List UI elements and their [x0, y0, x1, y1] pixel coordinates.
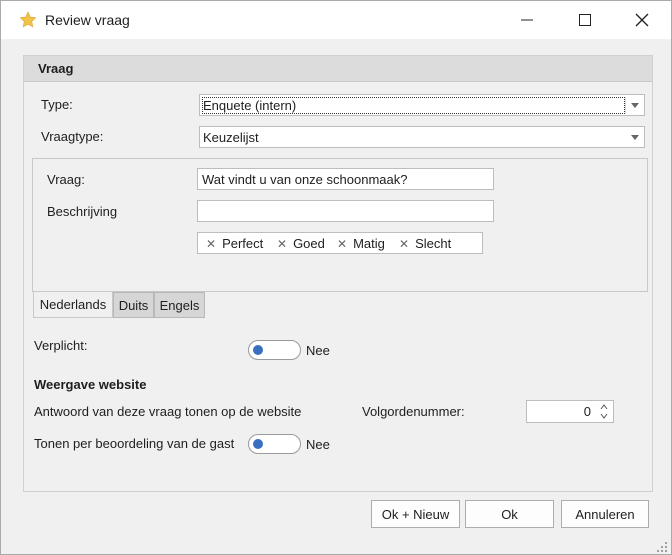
panel-title: Vraag [38, 61, 74, 76]
x-icon[interactable]: ✕ [206, 237, 216, 251]
vraag-value: Wat vindt u van onze schoonmaak? [202, 172, 408, 187]
chevron-down-icon[interactable] [626, 95, 644, 115]
order-value: 0 [583, 404, 591, 419]
ok-new-button[interactable]: Ok + Nieuw [371, 500, 460, 528]
title-bar[interactable]: Review vraag [1, 1, 671, 39]
chevron-down-icon[interactable] [626, 127, 644, 147]
vraag-input[interactable]: Wat vindt u van onze schoonmaak? [197, 168, 494, 190]
toggle-knob [253, 439, 263, 449]
answer-options-field[interactable]: ✕ Perfect ✕ Goed ✕ Matig ✕ Slecht [197, 232, 483, 254]
option-label: Perfect [222, 236, 264, 251]
spinner-arrows-icon[interactable] [597, 402, 611, 421]
resize-grip-icon[interactable] [657, 540, 667, 552]
website-section-title: Weergave website [34, 377, 147, 392]
vraag-label: Vraag: [47, 172, 85, 187]
beschrijving-label: Beschrijving [47, 204, 118, 219]
ok-button[interactable]: Ok [465, 500, 554, 528]
tab-label: Engels [159, 297, 200, 313]
toggle-knob [253, 345, 263, 355]
vraagtype-label: Vraagtype: [41, 129, 104, 144]
vraagtype-value: Keuzelijst [203, 130, 259, 145]
order-label: Volgordenummer: [362, 404, 465, 419]
verplicht-value: Nee [306, 343, 330, 358]
option-label: Slecht [415, 236, 452, 251]
minimize-icon [521, 14, 533, 26]
option-label: Goed [293, 236, 325, 251]
per-beoordeling-toggle[interactable] [248, 434, 301, 454]
option-tag[interactable]: ✕ Slecht [399, 236, 451, 251]
dialog-window: Review vraag Vraag Type: Enquete (intern… [0, 0, 672, 555]
cancel-button[interactable]: Annuleren [561, 500, 649, 528]
tab-label: Duits [118, 297, 149, 313]
x-icon[interactable]: ✕ [337, 237, 347, 251]
close-button[interactable] [613, 1, 671, 39]
maximize-button[interactable] [556, 1, 614, 39]
option-tag[interactable]: ✕ Matig [337, 236, 385, 251]
close-icon [635, 13, 649, 27]
tab-duits[interactable]: Duits [113, 292, 154, 318]
type-value: Enquete (intern) [202, 97, 625, 114]
type-label: Type: [41, 97, 73, 112]
verplicht-label: Verplicht: [34, 338, 88, 353]
verplicht-toggle[interactable] [248, 340, 301, 360]
vraagtype-select[interactable]: Keuzelijst [199, 126, 645, 148]
option-tag[interactable]: ✕ Goed [277, 236, 325, 251]
minimize-button[interactable] [498, 1, 556, 39]
type-select[interactable]: Enquete (intern) [199, 94, 645, 116]
maximize-icon [579, 14, 591, 26]
x-icon[interactable]: ✕ [277, 237, 287, 251]
window-title: Review vraag [45, 12, 130, 28]
tab-label: Nederlands [39, 297, 107, 312]
option-label: Matig [353, 236, 385, 251]
tab-engels[interactable]: Engels [154, 292, 205, 318]
star-icon [19, 11, 37, 29]
per-beoordeling-label: Tonen per beoordeling van de gast [34, 436, 235, 451]
beschrijving-input[interactable] [197, 200, 494, 222]
tab-nederlands[interactable]: Nederlands [33, 292, 113, 318]
question-group: Vraag: Wat vindt u van onze schoonmaak? … [32, 158, 648, 292]
x-icon[interactable]: ✕ [399, 237, 409, 251]
vraag-panel: Vraag Type: Enquete (intern) Vraagtype: … [23, 55, 653, 492]
per-beoordeling-value: Nee [306, 437, 330, 452]
order-number-input[interactable]: 0 [526, 400, 614, 423]
option-tag[interactable]: ✕ Perfect [206, 236, 263, 251]
panel-header: Vraag [24, 56, 652, 82]
show-on-website-label: Antwoord van deze vraag tonen op de webs… [34, 404, 302, 419]
